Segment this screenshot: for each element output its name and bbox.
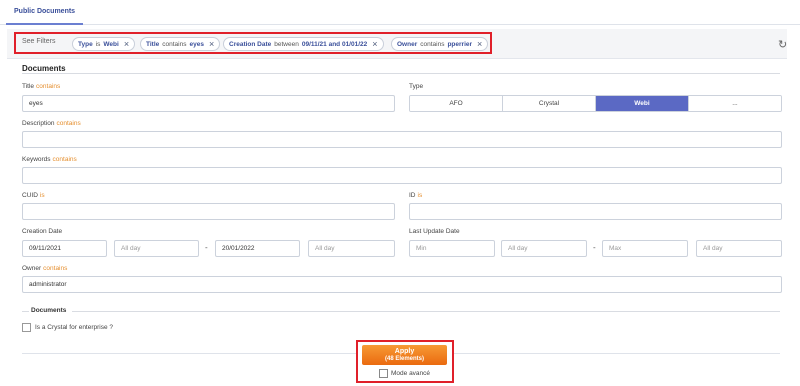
refresh-icon[interactable]: ↻ [778, 38, 787, 51]
chip-value: Webi [103, 40, 119, 48]
id-input[interactable] [409, 203, 782, 220]
chip-operator: between [274, 40, 299, 48]
last-update-min-input[interactable]: Min [409, 240, 495, 257]
apply-count: (48 Elements) [384, 356, 424, 362]
title-input[interactable]: eyes [22, 95, 395, 112]
type-option-webi[interactable]: Webi [596, 96, 689, 111]
divider [22, 73, 780, 74]
chip-operator: contains [162, 40, 187, 48]
type-option-more[interactable]: ... [689, 96, 781, 111]
creation-date-to-time-input[interactable]: All day [308, 240, 395, 257]
chip-field: Type [78, 40, 93, 48]
filter-chip-creation-date[interactable]: Creation Date between 09/11/21 and 01/01… [223, 37, 384, 51]
range-separator: - [593, 243, 596, 252]
divider [72, 311, 780, 312]
field-label: Title [22, 83, 35, 90]
cuid-input[interactable] [22, 203, 395, 220]
type-option-crystal[interactable]: Crystal [503, 96, 596, 111]
chip-operator: is [95, 40, 101, 48]
field-operator: contains [43, 265, 68, 272]
field-label: ID [409, 192, 416, 199]
chip-field: Owner [397, 40, 418, 48]
cuid-label: CUID is [22, 192, 45, 199]
description-label: Description contains [22, 120, 81, 127]
chip-field: Creation Date [229, 40, 272, 48]
documents-subsection-title: Documents [31, 307, 67, 314]
field-operator: contains [56, 120, 81, 127]
chip-value: 09/11/21 and 01/01/22 [301, 40, 368, 48]
chip-field: Title [146, 40, 160, 48]
last-update-min-time-input[interactable]: All day [501, 240, 587, 257]
id-label: ID is [409, 192, 422, 199]
advanced-mode-label: Mode avancé [391, 370, 431, 377]
field-label: Description [22, 120, 55, 127]
tab-bar: Public Documents [0, 0, 800, 25]
filter-chip-owner[interactable]: Owner contains pperrier × [391, 37, 489, 51]
chip-value: pperrier [447, 40, 473, 48]
chip-operator: contains [420, 40, 445, 48]
section-title: Documents [22, 64, 66, 73]
last-update-date-label: Last Update Date [409, 228, 460, 235]
field-operator: contains [52, 156, 77, 163]
owner-input[interactable]: administrator [22, 276, 782, 293]
range-separator: - [205, 243, 208, 252]
apply-button[interactable]: Apply (48 Elements) [362, 345, 447, 365]
filter-chip-title[interactable]: Title contains eyes × [140, 37, 221, 51]
field-label: CUID [22, 192, 38, 199]
keywords-label: Keywords contains [22, 156, 77, 163]
apply-label: Apply [394, 348, 415, 355]
crystal-enterprise-label: Is a Crystal for enterprise ? [35, 324, 114, 331]
close-icon[interactable]: × [477, 39, 482, 49]
title-label: Title contains [22, 83, 60, 90]
see-filters-link[interactable]: See Filters [22, 38, 55, 45]
close-icon[interactable]: × [124, 39, 129, 49]
last-update-max-input[interactable]: Max [602, 240, 688, 257]
advanced-mode-checkbox[interactable] [379, 369, 388, 378]
tab-public-documents[interactable]: Public Documents [6, 0, 84, 25]
chip-value: eyes [189, 40, 204, 48]
close-icon[interactable]: × [372, 39, 377, 49]
creation-date-from-time-input[interactable]: All day [114, 240, 199, 257]
type-label: Type [409, 83, 424, 90]
type-option-afo[interactable]: AFO [410, 96, 503, 111]
crystal-enterprise-checkbox[interactable] [22, 323, 31, 332]
close-icon[interactable]: × [209, 39, 214, 49]
field-label: Owner [22, 265, 42, 272]
type-segmented-control: AFO Crystal Webi ... [409, 95, 782, 112]
field-operator: is [417, 192, 423, 199]
creation-date-to-input[interactable]: 20/01/2022 [215, 240, 300, 257]
creation-date-from-input[interactable]: 09/11/2021 [22, 240, 107, 257]
owner-label: Owner contains [22, 265, 67, 272]
field-operator: is [39, 192, 45, 199]
last-update-max-time-input[interactable]: All day [696, 240, 782, 257]
description-input[interactable] [22, 131, 782, 148]
creation-date-label: Creation Date [22, 228, 63, 235]
divider [22, 311, 29, 312]
keywords-input[interactable] [22, 167, 782, 184]
field-label: Keywords [22, 156, 51, 163]
filter-chip-type[interactable]: Type is Webi × [72, 37, 136, 51]
field-operator: contains [36, 83, 61, 90]
